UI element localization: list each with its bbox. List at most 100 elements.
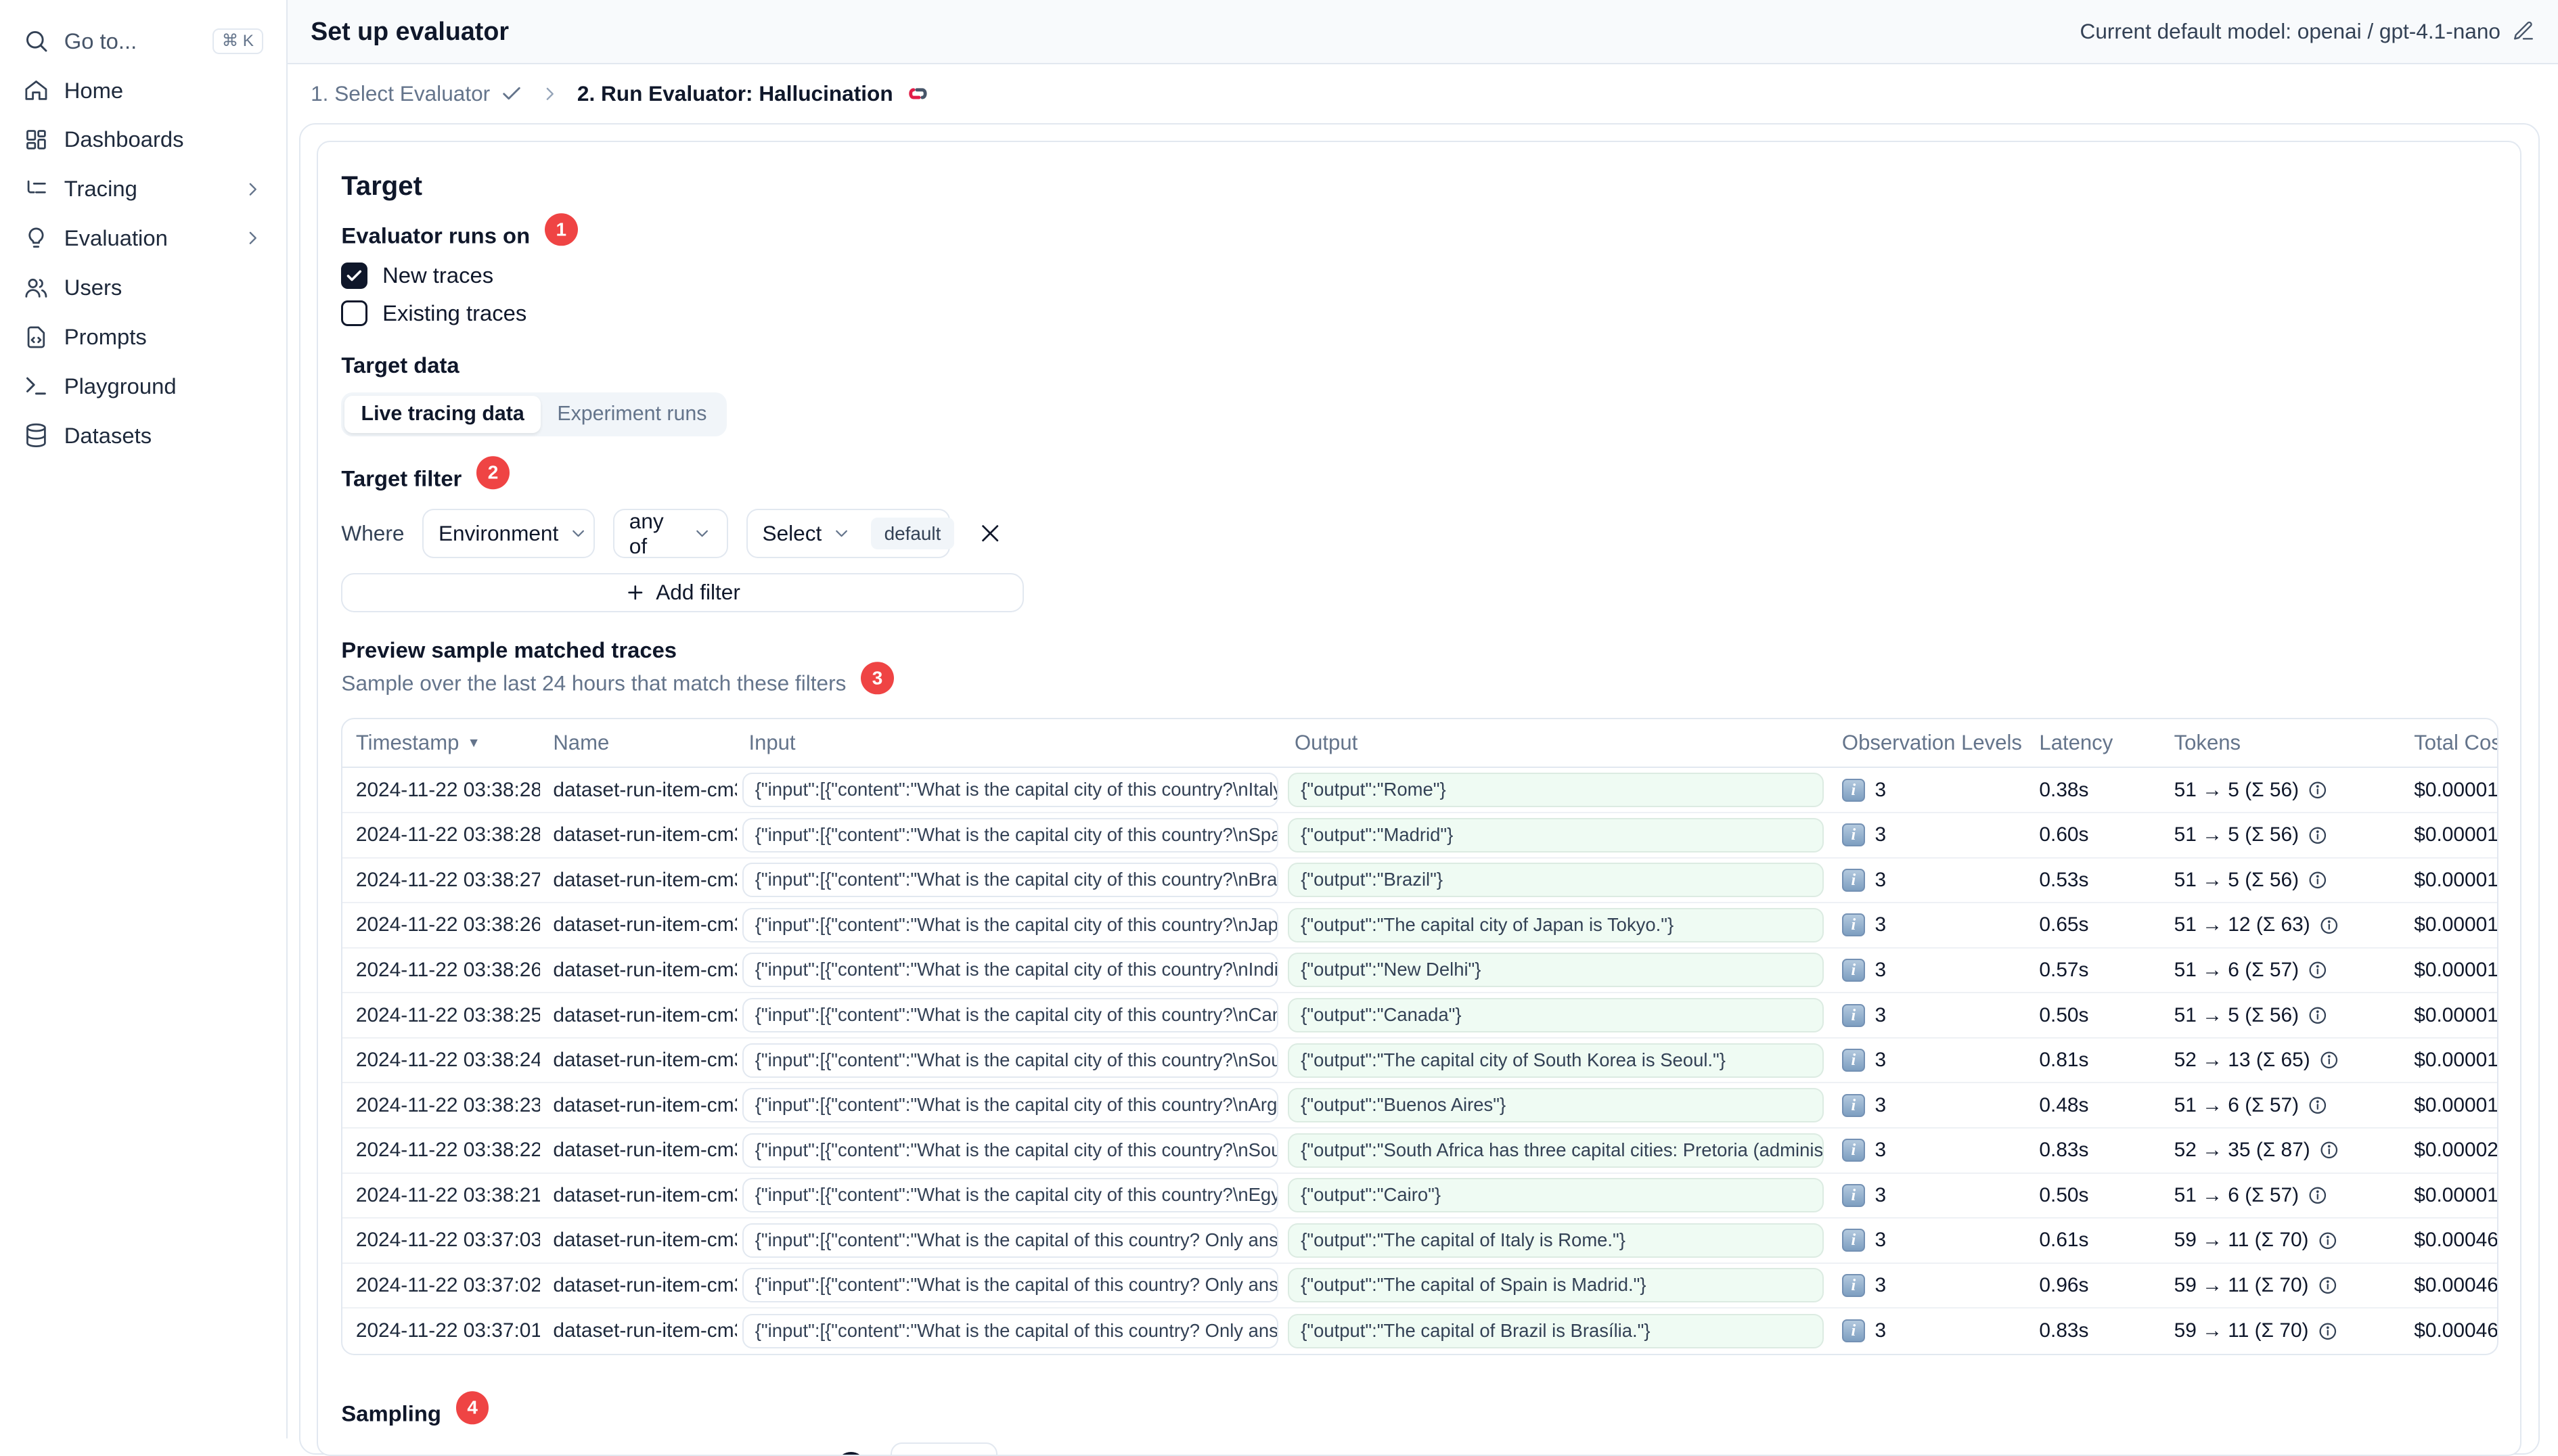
sampling-value-input[interactable]: 100.00 (890, 1442, 997, 1455)
cell-input[interactable]: {"input":[{"content":"What is the capita… (742, 1313, 1278, 1348)
cell-input[interactable]: {"input":[{"content":"What is the capita… (742, 1268, 1278, 1303)
table-row[interactable]: 2024-11-22 03:38:27 dataset-run-item-cm3s… (342, 859, 2497, 904)
cell-total-cost: $0.000011 ( (2414, 823, 2497, 846)
knot-icon (908, 88, 927, 99)
cell-timestamp: 2024-11-22 03:38:28 (355, 778, 540, 801)
info-icon[interactable] (2307, 959, 2329, 981)
column-header-input[interactable]: Input (737, 731, 1283, 755)
cell-output[interactable]: {"output":"The capital of Brazil is Bras… (1288, 1313, 1824, 1348)
table-row[interactable]: 2024-11-22 03:38:26 dataset-run-item-cm3s… (342, 949, 2497, 994)
cell-output[interactable]: {"output":"The capital of Spain is Madri… (1288, 1268, 1824, 1303)
table-row[interactable]: 2024-11-22 03:37:01 dataset-run-item-cm3s… (342, 1309, 2497, 1354)
info-icon[interactable] (2307, 779, 2329, 801)
info-icon[interactable] (2318, 1139, 2340, 1161)
existing-traces-checkbox[interactable] (341, 300, 368, 327)
table-row[interactable]: 2024-11-22 03:38:28 dataset-run-item-cm3s… (342, 813, 2497, 859)
info-icon[interactable] (2307, 825, 2329, 846)
cell-input[interactable]: {"input":[{"content":"What is the capita… (742, 1088, 1278, 1123)
column-header-output[interactable]: Output (1283, 731, 1829, 755)
cell-observation-level: 3 (1875, 1093, 1887, 1116)
tab-live-tracing-data[interactable]: Live tracing data (344, 395, 541, 434)
dashboards-icon (23, 127, 49, 153)
pencil-icon[interactable] (2512, 20, 2535, 43)
cell-input[interactable]: {"input":[{"content":"What is the capita… (742, 1043, 1278, 1078)
slider-thumb[interactable] (836, 1452, 866, 1455)
info-icon[interactable] (2318, 1049, 2340, 1071)
filter-field-select[interactable]: Environment (422, 509, 596, 558)
cell-output[interactable]: {"output":"New Delhi"} (1288, 953, 1824, 988)
checkbox-row-existing-traces: Existing traces (341, 298, 2497, 328)
goto-search[interactable]: Go to... ⌘ K (0, 16, 286, 66)
sidebar-item-prompts[interactable]: Prompts (0, 313, 286, 362)
cell-input[interactable]: {"input":[{"content":"What is the capita… (742, 907, 1278, 942)
cell-latency: 0.83s (2039, 1139, 2089, 1162)
table-row[interactable]: 2024-11-22 03:38:28 dataset-run-item-cm3s… (342, 768, 2497, 814)
sidebar-item-datasets[interactable]: Datasets (0, 411, 286, 460)
sampling-slider[interactable] (341, 1452, 867, 1455)
cell-input[interactable]: {"input":[{"content":"What is the capita… (742, 953, 1278, 988)
column-header-name[interactable]: Name (540, 731, 738, 755)
cell-input[interactable]: {"input":[{"content":"What is the capita… (742, 773, 1278, 808)
new-traces-checkbox[interactable] (341, 262, 368, 289)
remove-filter-button[interactable] (978, 521, 1002, 545)
table-row[interactable]: 2024-11-22 03:38:21 dataset-run-item-cm3s… (342, 1174, 2497, 1219)
cell-output[interactable]: {"output":"The capital city of Japan is … (1288, 907, 1824, 942)
sort-desc-icon: ▼ (467, 735, 480, 750)
table-row[interactable]: 2024-11-22 03:38:24 dataset-run-item-cm3s… (342, 1039, 2498, 1084)
info-icon[interactable] (2307, 1095, 2329, 1116)
cell-input[interactable]: {"input":[{"content":"What is the capita… (742, 817, 1278, 852)
sidebar-item-tracing[interactable]: Tracing (0, 164, 286, 214)
table-row[interactable]: 2024-11-22 03:38:26 dataset-run-item-cm3s… (342, 903, 2497, 949)
cell-output[interactable]: {"output":"Rome"} (1288, 773, 1824, 808)
info-icon[interactable] (2307, 1185, 2329, 1206)
sidebar-item-playground[interactable]: Playground (0, 361, 286, 411)
chevron-right-icon (539, 83, 561, 105)
cell-input[interactable]: {"input":[{"content":"What is the capita… (742, 1223, 1278, 1258)
sampling-controls: 100.00 % (341, 1442, 2497, 1455)
info-icon[interactable] (2317, 1275, 2339, 1296)
table-row[interactable]: 2024-11-22 03:37:02 dataset-run-item-cm3s… (342, 1264, 2497, 1309)
add-filter-button[interactable]: Add filter (341, 572, 1024, 613)
cell-output[interactable]: {"output":"The capital of Italy is Rome.… (1288, 1223, 1824, 1258)
cell-output[interactable]: {"output":"South Africa has three capita… (1288, 1133, 1824, 1168)
info-icon[interactable] (2307, 1005, 2329, 1026)
info-level-icon: i (1841, 1183, 1865, 1207)
cell-output[interactable]: {"output":"Buenos Aires"} (1288, 1088, 1824, 1123)
table-row[interactable]: 2024-11-22 03:38:25 dataset-run-item-cm3s… (342, 993, 2497, 1039)
filter-value-placeholder: Select (762, 521, 822, 546)
cell-output[interactable]: {"output":"Cairo"} (1288, 1178, 1824, 1213)
column-header-total-cost[interactable]: Total Cost (2401, 731, 2496, 755)
cell-output[interactable]: {"output":"Canada"} (1288, 998, 1824, 1033)
cell-input[interactable]: {"input":[{"content":"What is the capita… (742, 863, 1278, 898)
cell-input[interactable]: {"input":[{"content":"What is the capita… (742, 1133, 1278, 1168)
cell-output[interactable]: {"output":"Madrid"} (1288, 817, 1824, 852)
info-icon[interactable] (2318, 915, 2340, 936)
info-icon[interactable] (2317, 1321, 2339, 1342)
sidebar-item-dashboards[interactable]: Dashboards (0, 115, 286, 164)
cell-input[interactable]: {"input":[{"content":"What is the capita… (742, 998, 1278, 1033)
column-header-latency[interactable]: Latency (2026, 731, 2161, 755)
cell-tokens: 51 → 6 (Σ 57) (2174, 958, 2299, 981)
table-row[interactable]: 2024-11-22 03:38:23 dataset-run-item-cm3s… (342, 1083, 2497, 1129)
sidebar-item-home[interactable]: Home (0, 66, 286, 115)
page-title: Set up evaluator (311, 16, 509, 45)
cell-input[interactable]: {"input":[{"content":"What is the capita… (742, 1178, 1278, 1213)
column-header-timestamp[interactable]: Timestamp ▼ (342, 731, 540, 755)
sidebar-item-users[interactable]: Users (0, 263, 286, 313)
tab-experiment-runs[interactable]: Experiment runs (541, 396, 723, 434)
table-row[interactable]: 2024-11-22 03:37:03 dataset-run-item-cm3s… (342, 1219, 2497, 1264)
sidebar-item-evaluation[interactable]: Evaluation (0, 214, 286, 263)
table-row[interactable]: 2024-11-22 03:38:22 dataset-run-item-cm3s… (342, 1129, 2497, 1174)
column-header-observation-levels[interactable]: Observation Levels (1828, 731, 2026, 755)
cell-latency: 0.83s (2039, 1319, 2089, 1342)
cell-latency: 0.50s (2039, 1003, 2089, 1026)
cell-output[interactable]: {"output":"The capital city of South Kor… (1288, 1043, 1824, 1078)
cell-output[interactable]: {"output":"Brazil"} (1288, 863, 1824, 898)
breadcrumb-step1[interactable]: 1. Select Evaluator (311, 81, 523, 106)
info-icon[interactable] (2307, 869, 2329, 891)
filter-value-select[interactable]: Select default (746, 509, 954, 558)
cell-total-cost: $0.000016 (2414, 1049, 2498, 1072)
filter-operator-select[interactable]: any of (612, 509, 728, 558)
info-icon[interactable] (2317, 1230, 2339, 1252)
column-header-tokens[interactable]: Tokens (2161, 731, 2401, 755)
